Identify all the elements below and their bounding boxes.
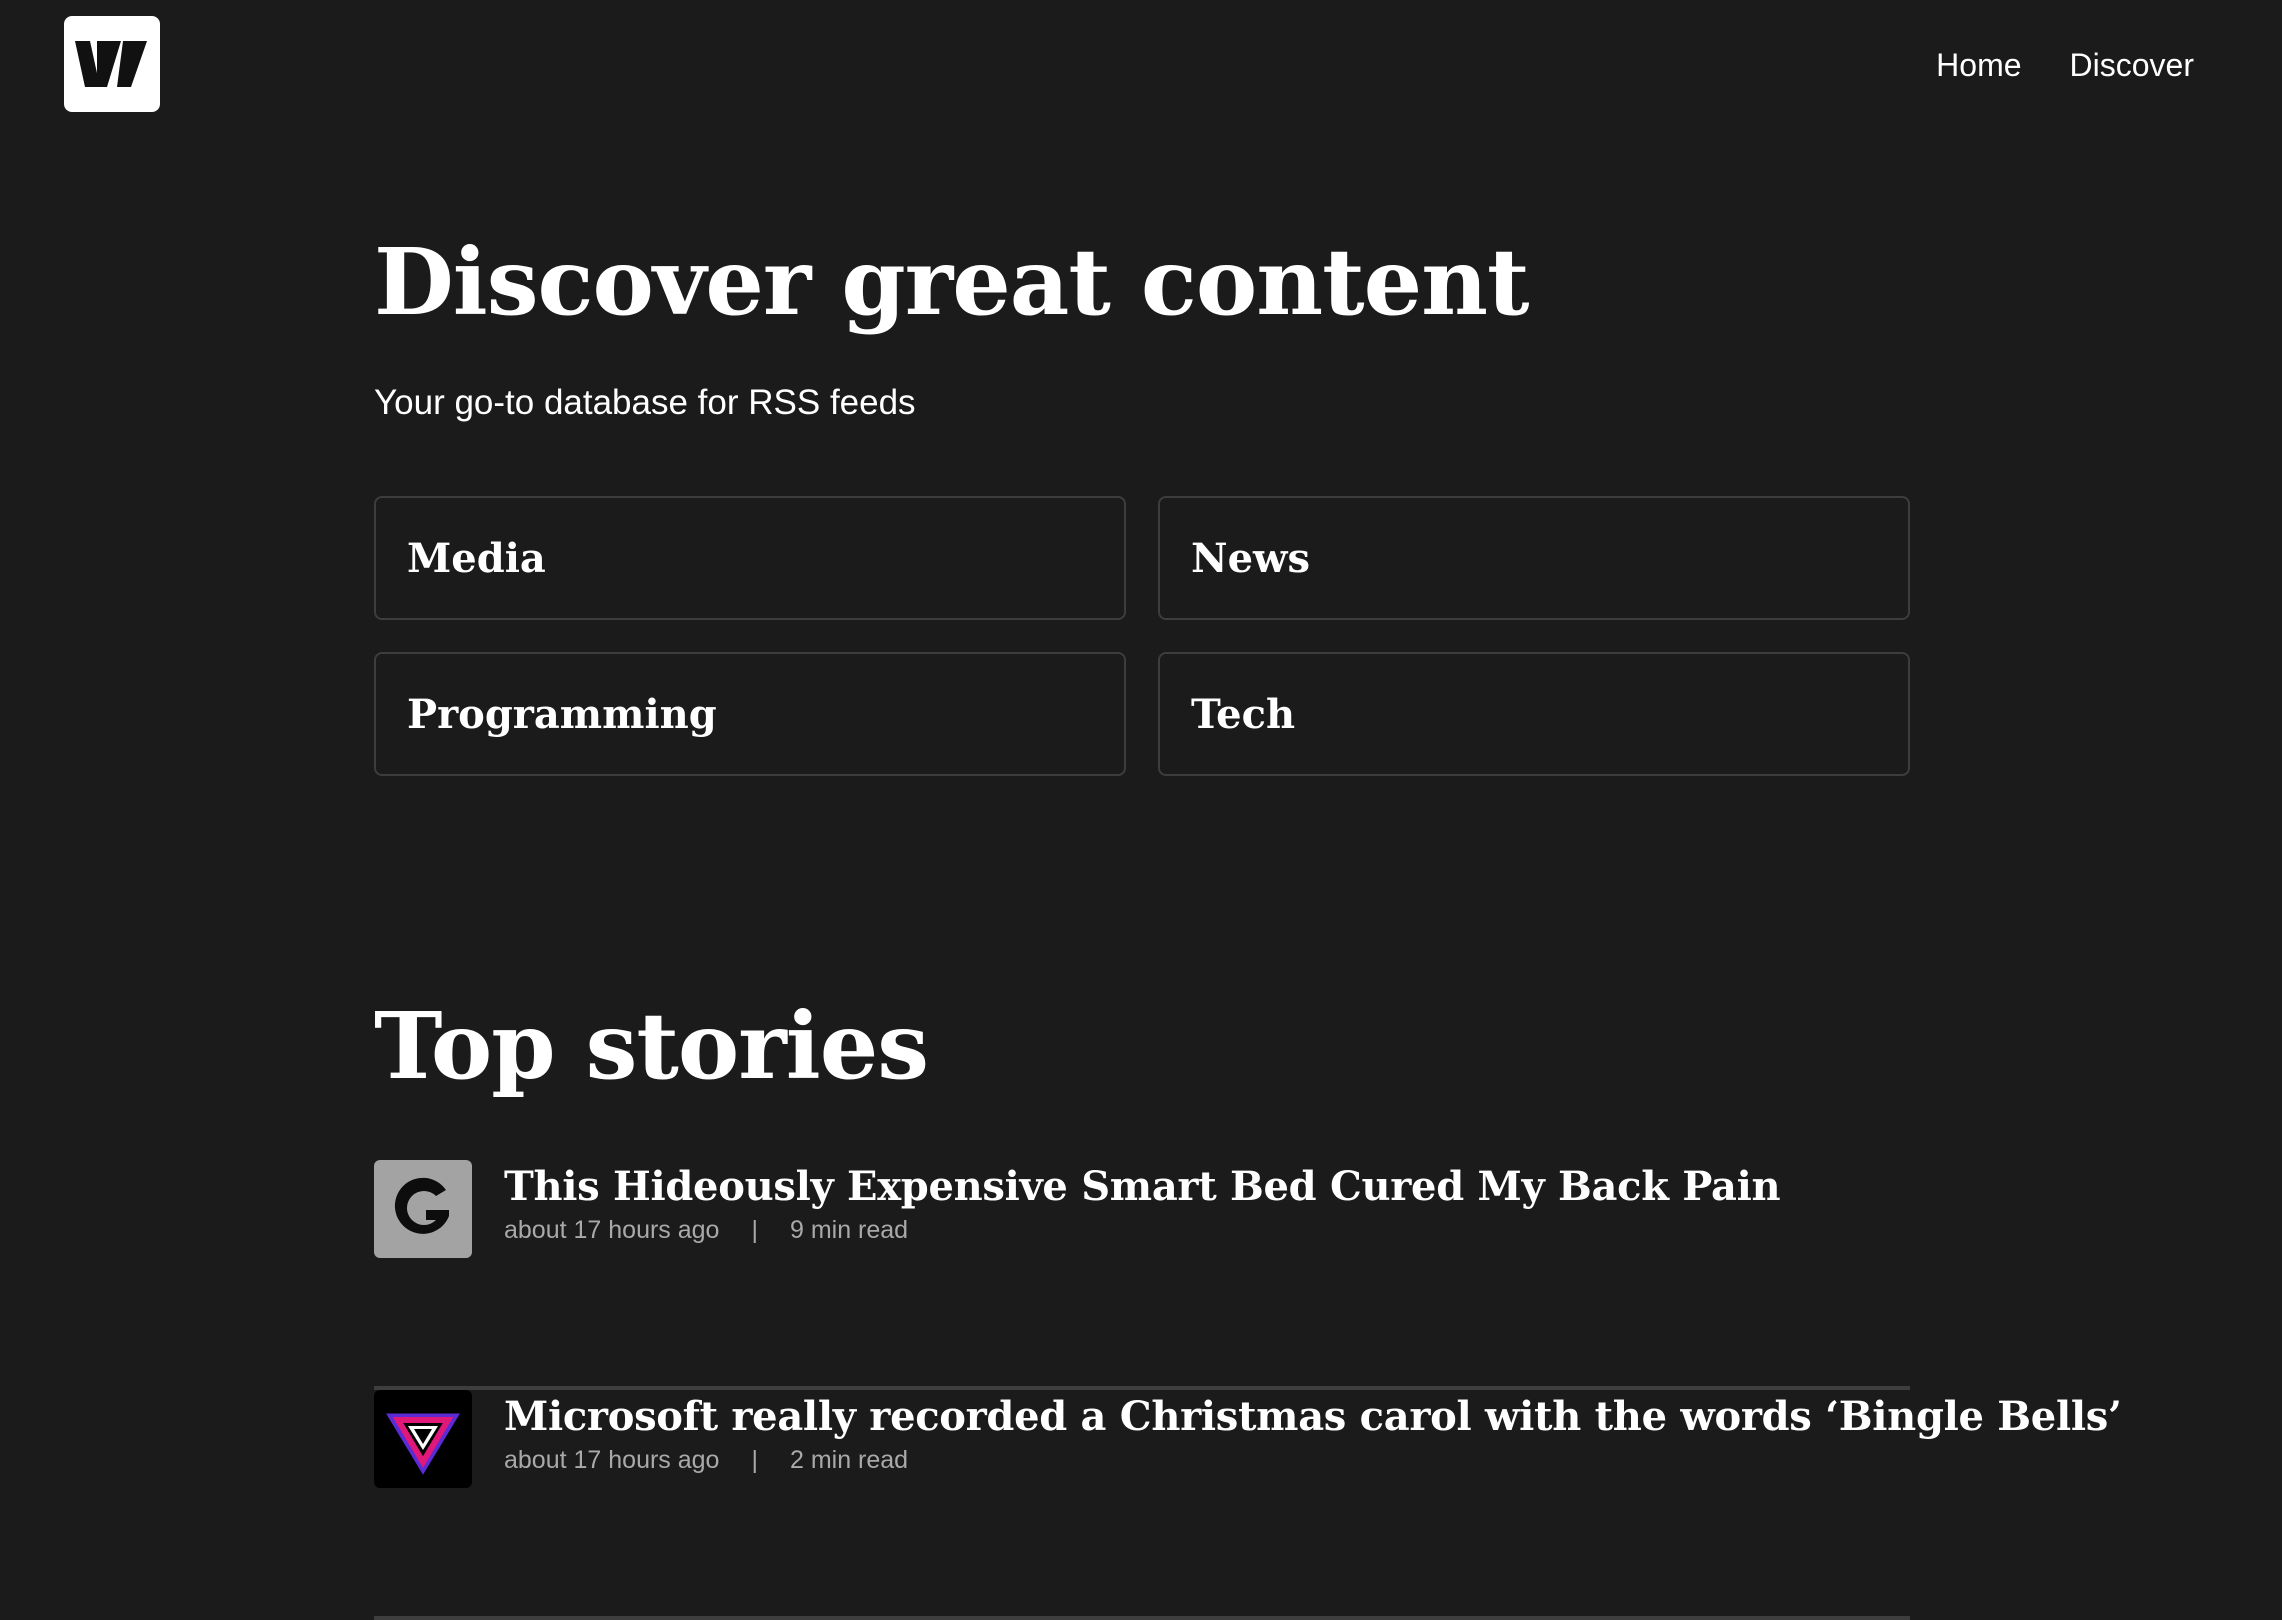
category-grid: Media News Programming Tech: [374, 496, 1910, 776]
category-card-news[interactable]: News: [1158, 496, 1910, 620]
meta-separator: |: [751, 1446, 758, 1474]
story-item[interactable]: Microsoft really recorded a Christmas ca…: [374, 1390, 2122, 1620]
category-card-programming[interactable]: Programming: [374, 652, 1126, 776]
category-card-tech[interactable]: Tech: [1158, 652, 1910, 776]
gizmodo-g-icon: [374, 1160, 472, 1258]
meta-separator: |: [751, 1216, 758, 1244]
nav-discover-link[interactable]: Discover: [2070, 40, 2194, 90]
story-title[interactable]: Microsoft really recorded a Christmas ca…: [504, 1392, 2122, 1442]
story-item[interactable]: This Hideously Expensive Smart Bed Cured…: [374, 1160, 1910, 1390]
page-subtitle: Your go-to database for RSS feeds: [374, 383, 916, 422]
story-meta: about 17 hours ago | 9 min read: [504, 1212, 908, 1248]
brand-logo-icon: [73, 38, 151, 90]
story-read-time: 9 min read: [789, 1216, 909, 1244]
category-card-media[interactable]: Media: [374, 496, 1126, 620]
story-read-time: 2 min read: [789, 1446, 909, 1474]
story-meta: about 17 hours ago | 2 min read: [504, 1442, 908, 1478]
top-stories-heading: Top stories: [374, 992, 929, 1100]
story-list: This Hideously Expensive Smart Bed Cured…: [374, 1160, 2122, 1620]
story-time: about 17 hours ago: [504, 1216, 720, 1244]
top-nav: Home Discover: [1936, 40, 2194, 90]
nav-home-link[interactable]: Home: [1936, 40, 2021, 90]
home-logo-link[interactable]: [64, 16, 160, 112]
story-time: about 17 hours ago: [504, 1446, 720, 1474]
story-title[interactable]: This Hideously Expensive Smart Bed Cured…: [504, 1162, 1781, 1212]
page-title: Discover great content: [374, 228, 1530, 336]
verge-triangle-icon: [374, 1390, 472, 1488]
